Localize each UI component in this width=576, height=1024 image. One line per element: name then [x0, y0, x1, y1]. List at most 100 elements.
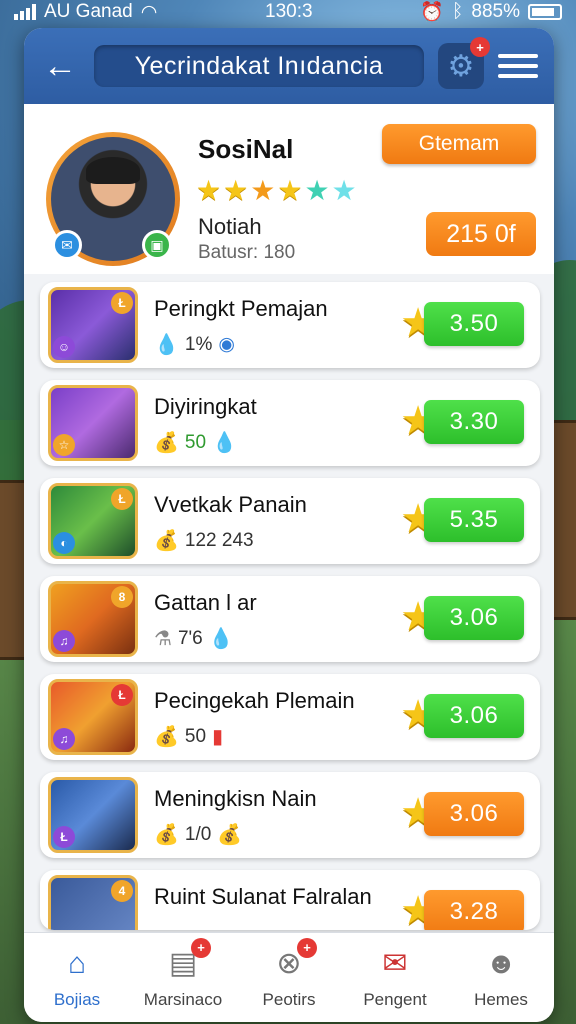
badge-icon: Ł — [111, 488, 133, 510]
mail-icon: ✉ — [382, 947, 408, 980]
nav-label: Bojias — [53, 989, 101, 1009]
game-thumbnail: Ł ☺ — [48, 287, 138, 363]
nav-item-pengent[interactable]: ✉ Pengent — [342, 933, 448, 1022]
app-window: ← Yecrindakat Inıdancia ⚙ + ✉ ▣ SosiNal … — [24, 28, 554, 1022]
list-item[interactable]: 4 Ruint Sulanat Falralan ★ 3.28 — [40, 870, 540, 930]
gear-icon: ⚙ — [447, 49, 475, 83]
nav-item-marsinaco[interactable]: ▤ + Marsinaco — [130, 933, 236, 1022]
drop-icon: 💧 — [154, 334, 179, 356]
score-badge[interactable]: 3.06 — [424, 792, 524, 836]
item-meta-value: 122 243 — [184, 529, 254, 551]
item-title: Pecingekah Plemain — [154, 688, 355, 713]
home-icon: ⌂ — [67, 946, 87, 980]
score-badge[interactable]: 3.06 — [424, 596, 524, 640]
list-item[interactable]: 8 ♫ Gattan l ar ⚗ 7'6 💧 ★ 3.06 — [40, 576, 540, 662]
player-name: SosiNal — [198, 134, 294, 164]
star-icon: ★ — [196, 175, 222, 206]
people-icon: ☻ — [485, 946, 517, 980]
nav-label: Pengent — [363, 989, 427, 1009]
badge-icon: ♫ — [53, 630, 75, 652]
game-thumbnail: Ł — [48, 777, 138, 853]
badge-icon: ☆ — [53, 434, 75, 456]
coin-icon: ◉ — [218, 334, 235, 355]
item-meta-value: 50 — [184, 725, 207, 747]
badge-icon: 4 — [111, 880, 133, 902]
gold-bag-icon: 💰 — [154, 530, 179, 552]
game-thumbnail: Ł ◐ — [48, 483, 138, 559]
battery-icon — [528, 4, 562, 20]
item-title: Meningkisn Nain — [154, 786, 317, 811]
star-icon: ★ — [250, 175, 276, 206]
signal-icon — [14, 4, 36, 20]
potion-icon: ▮ — [212, 726, 224, 748]
controller-badge-icon[interactable]: ▣ — [142, 230, 172, 260]
badge-icon: ☺ — [53, 336, 75, 358]
star-icon: ★ — [277, 175, 303, 206]
star-icon: ★ — [223, 175, 249, 206]
drop-icon: 💧 — [208, 628, 234, 650]
score-badge[interactable]: 5.35 — [424, 498, 524, 542]
coin-balance[interactable]: 215 0f — [426, 212, 536, 256]
gold-bag-icon: 💰 — [154, 824, 179, 846]
item-meta: 💰 50 ▮ — [154, 724, 223, 749]
list-item[interactable]: Ł ♫ Pecingekah Plemain 💰 50 ▮ ★ 3.06 — [40, 674, 540, 760]
carrier-label: AU Ganad — [44, 1, 133, 22]
profile-card: ✉ ▣ SosiNal ★ ★ ★ ★ ★ ★ Notiah Batusr: 1… — [24, 104, 554, 274]
gold-bag-icon: 💰 — [217, 824, 243, 846]
alarm-icon: ⏰ — [420, 2, 444, 23]
star-icon: ★ — [331, 175, 357, 206]
inbox-icon: ▤ + — [163, 937, 211, 982]
nav-label: Hemes — [474, 989, 528, 1009]
item-meta: 💰 50 💧 — [154, 430, 237, 455]
gold-bag-icon: 💰 — [154, 432, 179, 454]
item-meta-value: 1% — [184, 333, 213, 355]
rating-stars: ★ ★ ★ ★ ★ ★ — [196, 174, 357, 207]
badge-icon: ◐ — [53, 532, 75, 554]
wifi-icon: ◠ — [140, 1, 158, 23]
bottom-navigation: ⌂ Bojias ▤ + Marsinaco ⊗ + Peotirs ✉ Pen… — [24, 932, 554, 1022]
page-title: Yecrindakat Inıdancia — [94, 45, 424, 87]
notification-badge: + — [191, 937, 211, 958]
drop-icon: 💧 — [212, 432, 237, 454]
settings-button[interactable]: ⚙ + — [438, 37, 490, 89]
top-bar: ← Yecrindakat Inıdancia ⚙ + — [24, 28, 554, 104]
item-meta-value: 50 — [184, 431, 207, 453]
list-item[interactable]: Ł Meningkisn Nain 💰 1/0 💰 ★ 3.06 — [40, 772, 540, 858]
item-meta: 💰 122 243 — [154, 528, 254, 553]
close-circle-icon: ⊗ + — [269, 937, 317, 982]
item-title: Peringkt Pemajan — [154, 296, 328, 321]
item-meta: 💧 1% ◉ — [154, 332, 235, 357]
profile-action-button[interactable]: Gtemam — [382, 124, 536, 164]
score-badge[interactable]: 3.30 — [424, 400, 524, 444]
game-thumbnail: Ł ♫ — [48, 679, 138, 755]
nav-label: Marsinaco — [143, 989, 223, 1009]
score-badge[interactable]: 3.28 — [424, 890, 524, 930]
item-title: Vvetkak Panain — [154, 492, 307, 517]
nav-item-peotirs[interactable]: ⊗ + Peotirs — [236, 933, 342, 1022]
badge-icon: ♫ — [53, 728, 75, 750]
star-icon: ★ — [304, 175, 330, 206]
item-meta: ⚗ 7'6 💧 — [154, 626, 234, 651]
nav-label: Peotirs — [262, 989, 316, 1009]
list-item[interactable]: ☆ Diyiringkat 💰 50 💧 ★ 3.30 — [40, 380, 540, 466]
item-title: Diyiringkat — [154, 394, 257, 419]
back-arrow-icon[interactable]: ← — [40, 46, 80, 86]
battery-percent: 885% — [471, 1, 520, 22]
game-thumbnail: 4 — [48, 875, 138, 930]
nav-item-home[interactable]: ⌂ Bojias — [24, 933, 130, 1022]
badge-icon: Ł — [111, 292, 133, 314]
gold-bag-icon: 💰 — [154, 726, 179, 748]
chat-badge-icon[interactable]: ✉ — [52, 230, 82, 260]
hamburger-menu-icon[interactable] — [498, 46, 538, 86]
score-badge[interactable]: 3.06 — [424, 694, 524, 738]
list-item[interactable]: Ł ◐ Vvetkak Panain 💰 122 243 ★ 5.35 — [40, 478, 540, 564]
status-bar: AU Ganad ◠ 130:3 ⏰ ᛒ 885% — [0, 0, 576, 24]
score-badge[interactable]: 3.50 — [424, 302, 524, 346]
list-item[interactable]: Ł ☺ Peringkt Pemajan 💧 1% ◉ ★ 3.50 — [40, 282, 540, 368]
nav-item-hemes[interactable]: ☻ Hemes — [448, 933, 554, 1022]
badge-icon: 8 — [111, 586, 133, 608]
player-status: Batusr: 180 — [198, 242, 296, 263]
item-title: Gattan l ar — [154, 590, 257, 615]
player-subtitle: Notiah — [198, 214, 262, 239]
clock-text: 130:3 — [265, 1, 313, 22]
